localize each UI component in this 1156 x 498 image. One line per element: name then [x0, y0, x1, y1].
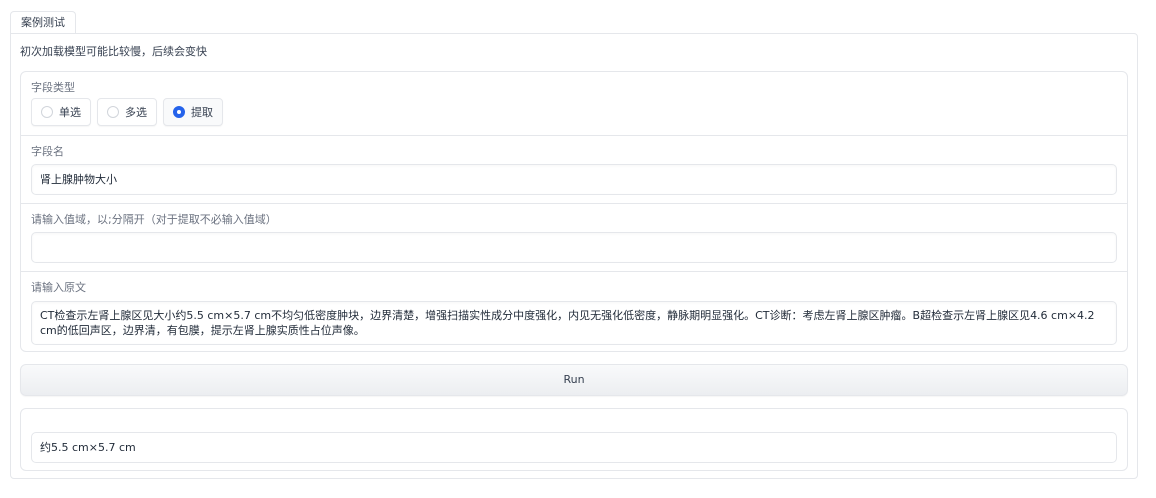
radio-label: 单选 [59, 106, 81, 119]
radio-multi-choice[interactable]: 多选 [97, 98, 157, 126]
value-domain-block: 请输入值域，以;分隔开（对于提取不必输入值域） [21, 203, 1127, 271]
field-type-radio-group: 单选 多选 提取 [31, 98, 223, 126]
radio-single-choice[interactable]: 单选 [31, 98, 91, 126]
source-text-block: 请输入原文 CT检查示左肾上腺区见大小约5.5 cm×5.7 cm不均匀低密度肿… [21, 271, 1127, 351]
source-text-textarea[interactable]: CT检查示左肾上腺区见大小约5.5 cm×5.7 cm不均匀低密度肿块，边界清楚… [31, 301, 1117, 345]
radio-circle-icon [107, 106, 119, 118]
output-box: 约5.5 cm×5.7 cm [20, 408, 1128, 471]
radio-label: 提取 [191, 106, 213, 119]
value-domain-input[interactable] [31, 232, 1117, 263]
field-name-label: 字段名 [31, 145, 64, 158]
loading-note: 初次加载模型可能比较慢，后续会变快 [20, 45, 207, 58]
radio-label: 多选 [125, 106, 147, 119]
radio-checked-icon [173, 106, 185, 118]
radio-extract[interactable]: 提取 [163, 98, 223, 126]
source-text-label: 请输入原文 [31, 281, 86, 294]
form-box: 字段类型 单选 多选 提取 字段名 肾上腺肿物大小 请输入值域，以;分隔开（对于… [20, 71, 1128, 352]
output-textbox[interactable]: 约5.5 cm×5.7 cm [31, 432, 1117, 463]
field-type-block: 字段类型 单选 多选 提取 [21, 72, 1127, 135]
radio-circle-icon [41, 106, 53, 118]
tab-case-test[interactable]: 案例测试 [10, 11, 76, 33]
field-name-input[interactable]: 肾上腺肿物大小 [31, 164, 1117, 195]
field-name-block: 字段名 肾上腺肿物大小 [21, 135, 1127, 203]
field-type-label: 字段类型 [31, 81, 75, 94]
run-button[interactable]: Run [20, 364, 1128, 396]
value-domain-label: 请输入值域，以;分隔开（对于提取不必输入值域） [31, 213, 277, 226]
